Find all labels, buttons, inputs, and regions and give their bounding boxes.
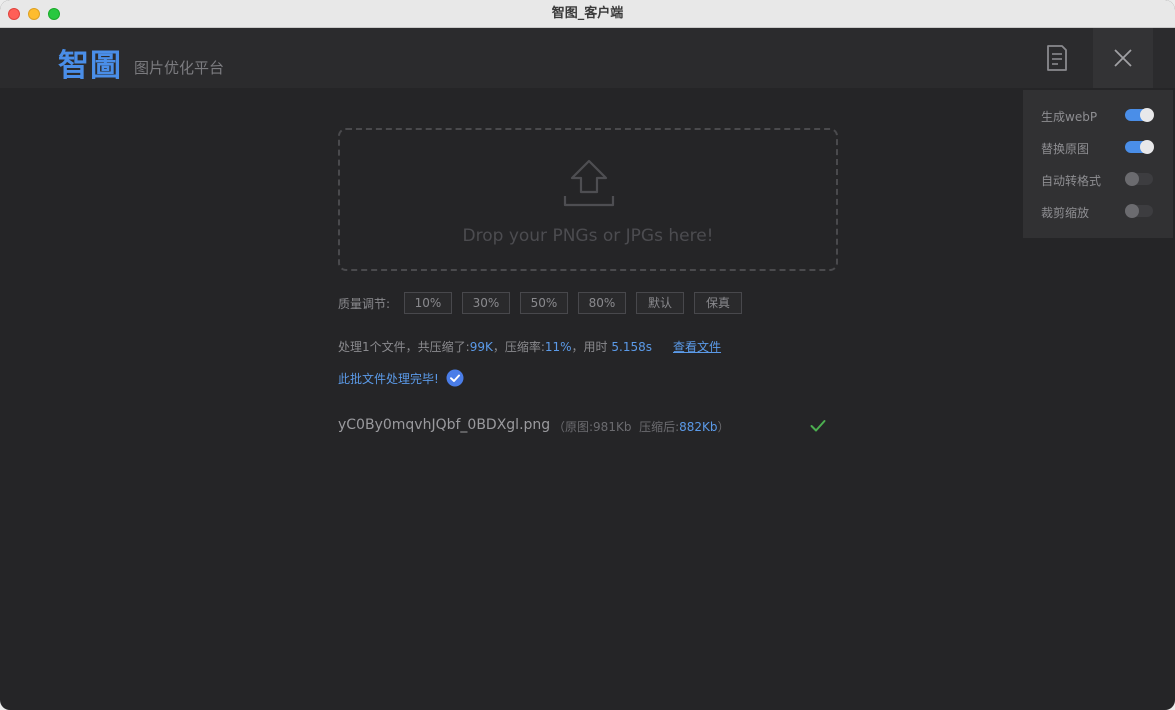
- time-label: ，用时: [571, 340, 608, 354]
- original-size: 981Kb: [593, 420, 632, 434]
- crop-scale-toggle[interactable]: [1125, 204, 1153, 218]
- quality-option-default[interactable]: 默认: [636, 292, 684, 314]
- quality-option-30[interactable]: 30%: [462, 292, 510, 314]
- settings-close-button[interactable]: [1093, 28, 1153, 88]
- title-bar: 智图_客户端: [0, 0, 1175, 28]
- checkmark-icon: [810, 420, 826, 432]
- webp-toggle[interactable]: [1125, 108, 1154, 122]
- setting-generate-webp: 生成webP: [1041, 106, 1161, 126]
- quality-option-50[interactable]: 50%: [520, 292, 568, 314]
- auto-convert-toggle[interactable]: [1125, 172, 1153, 186]
- replace-original-toggle[interactable]: [1125, 140, 1154, 154]
- app-subtitle: 图片优化平台: [134, 59, 225, 77]
- saved-size: 99K: [469, 340, 493, 354]
- file-name: yC0By0mqvhJQbf_0BDXgl.png: [338, 417, 551, 433]
- setting-crop-scale: 裁剪缩放: [1041, 202, 1161, 222]
- summary-prefix: 处理1个文件，共压缩了:: [338, 340, 470, 354]
- window-title: 智图_客户端: [551, 6, 624, 21]
- file-list-item: yC0By0mqvhJQbf_0BDXgl.png （原图:981Kb 压缩后:…: [338, 416, 838, 436]
- compression-summary: 处理1个文件，共压缩了:99K，压缩率:11%，用时 5.158s: [338, 338, 652, 355]
- close-icon: [1114, 49, 1132, 67]
- ratio-label: ，压缩率:: [492, 340, 545, 354]
- setting-label: 自动转格式: [1041, 174, 1102, 188]
- setting-label: 替换原图: [1041, 142, 1090, 156]
- check-circle-icon: [446, 369, 464, 387]
- quality-option-10[interactable]: 10%: [404, 292, 452, 314]
- batch-done-message: 此批文件处理完毕!: [338, 372, 439, 386]
- file-sizes: （原图:981Kb 压缩后:882Kb）: [553, 418, 730, 435]
- quality-option-lossless[interactable]: 保真: [694, 292, 742, 314]
- setting-replace-original: 替换原图: [1041, 138, 1161, 158]
- app-logo: 智圖: [58, 48, 122, 84]
- compressed-label: 压缩后:: [639, 420, 680, 434]
- upload-icon: [563, 159, 615, 207]
- close-paren: ）: [717, 420, 730, 434]
- settings-panel: 生成webP 替换原图 自动转格式 裁剪缩放: [1023, 90, 1173, 238]
- app-window: 智图_客户端 智圖 图片优化平台 生成webP 替换原图 自动转格式 裁剪缩放 …: [0, 0, 1175, 710]
- setting-label: 生成webP: [1041, 110, 1098, 124]
- orig-label: （原图:: [553, 420, 594, 434]
- setting-auto-convert: 自动转格式: [1041, 170, 1161, 190]
- elapsed-time: 5.158s: [611, 340, 652, 354]
- drop-zone[interactable]: Drop your PNGs or JPGs here!: [338, 128, 838, 271]
- app-header: 智圖 图片优化平台: [0, 28, 1175, 88]
- setting-label: 裁剪缩放: [1041, 206, 1090, 220]
- compressed-size: 882Kb: [679, 420, 718, 434]
- drop-zone-text: Drop your PNGs or JPGs here!: [462, 226, 714, 246]
- document-icon[interactable]: [1044, 44, 1070, 72]
- quality-option-80[interactable]: 80%: [578, 292, 626, 314]
- compression-ratio: 11%: [544, 340, 572, 354]
- view-files-link[interactable]: 查看文件: [673, 338, 721, 355]
- quality-label: 质量调节:: [338, 297, 391, 311]
